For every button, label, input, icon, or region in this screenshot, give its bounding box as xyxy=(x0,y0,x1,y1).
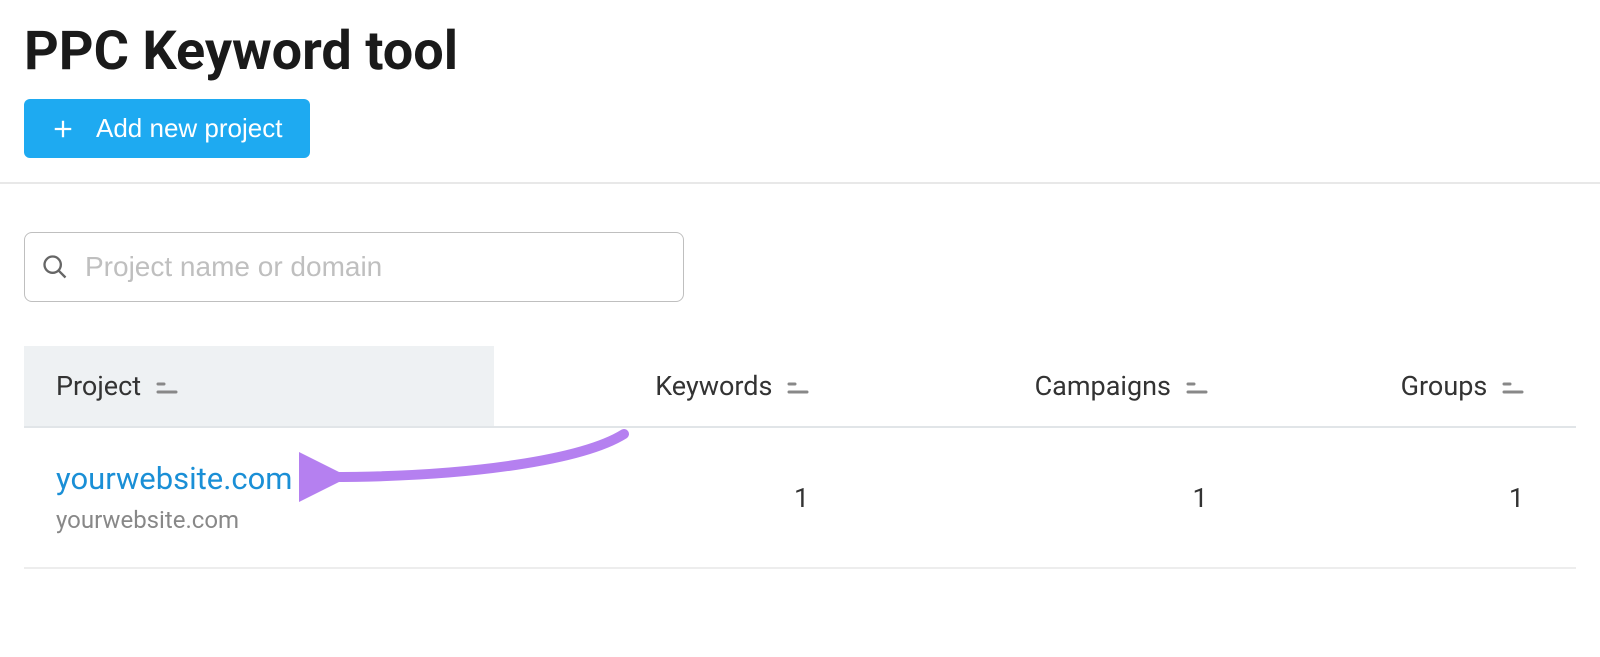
cell-groups: 1 xyxy=(1260,427,1576,568)
add-project-button-label: Add new project xyxy=(96,113,282,144)
search-input[interactable] xyxy=(85,251,667,283)
column-header-groups-label: Groups xyxy=(1401,370,1488,402)
project-name-link[interactable]: yourwebsite.com xyxy=(56,460,293,497)
column-header-project-label: Project xyxy=(56,370,141,402)
plus-icon xyxy=(52,118,74,140)
column-header-groups[interactable]: Groups xyxy=(1260,346,1576,427)
add-new-project-button[interactable]: Add new project xyxy=(24,99,310,158)
column-header-campaigns[interactable]: Campaigns xyxy=(861,346,1259,427)
page-title: PPC Keyword tool xyxy=(0,0,1600,99)
sort-icon xyxy=(1186,381,1208,395)
table-row: yourwebsite.com yourwebsite.com xyxy=(24,427,1576,568)
project-search-box[interactable] xyxy=(24,232,684,302)
sort-icon xyxy=(1502,381,1524,395)
column-header-campaigns-label: Campaigns xyxy=(1035,370,1171,402)
cell-keywords: 1 xyxy=(494,427,861,568)
projects-table: Project Keywords xyxy=(24,346,1576,569)
search-icon xyxy=(41,253,69,281)
column-header-keywords-label: Keywords xyxy=(655,370,772,402)
column-header-project[interactable]: Project xyxy=(24,346,494,427)
cell-campaigns: 1 xyxy=(861,427,1259,568)
table-header-row: Project Keywords xyxy=(24,346,1576,427)
sort-icon xyxy=(156,381,178,395)
sort-icon xyxy=(787,381,809,395)
project-domain-label: yourwebsite.com xyxy=(56,506,239,534)
column-header-keywords[interactable]: Keywords xyxy=(494,346,861,427)
